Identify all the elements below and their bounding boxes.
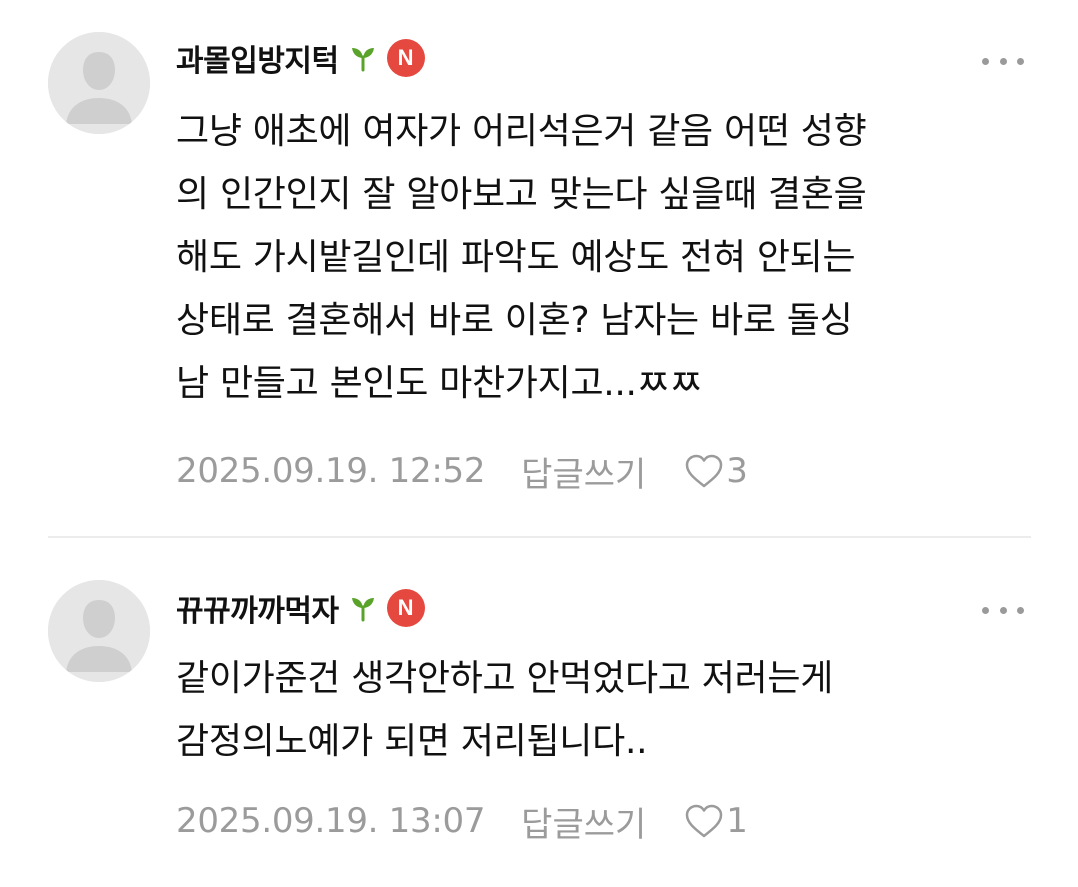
reply-button[interactable]: 답글쓰기 [521, 447, 646, 496]
comment-line: 그냥 애초에 여자가 어리석은거 같음 어떤 성향 [176, 111, 867, 152]
comment-line: 상태로 결혼해서 바로 이혼? 남자는 바로 돌싱 [176, 300, 853, 341]
comment-line: 의 인간인지 잘 알아보고 맞는다 싶을때 결혼을 [176, 174, 867, 215]
comment-text: 그냥 애초에 여자가 어리석은거 같음 어떤 성향 의 인간인지 잘 알아보고 … [176, 100, 1036, 415]
comment-divider [48, 536, 1031, 538]
sprout-icon [349, 44, 377, 72]
comment-meta: 2025.09.19. 13:07 답글쓰기 1 [176, 796, 748, 846]
like-count: 1 [726, 801, 748, 841]
author-row: 과몰입방지턱 N [176, 36, 425, 80]
comment-line: 남 만들고 본인도 마찬가지고...ㅉㅉ [176, 363, 703, 404]
heart-outline-icon [684, 453, 724, 489]
comment-item: 과몰입방지턱 N 그냥 애초에 여자가 어리석은거 같음 어떤 성향 의 인간인… [0, 0, 1078, 537]
more-options-icon[interactable] [982, 51, 1024, 71]
author-name[interactable]: 뀨뀨까까먹자 [176, 586, 339, 630]
like-count: 3 [726, 451, 748, 491]
default-avatar-icon [48, 580, 150, 682]
comment-line: 감정의노예가 되면 저리됩니다.. [176, 721, 648, 762]
comment-line: 해도 가시밭길인데 파악도 예상도 전혀 안되는 [176, 237, 856, 278]
more-options-icon[interactable] [982, 600, 1024, 620]
timestamp: 2025.09.19. 12:52 [176, 451, 486, 491]
default-avatar-icon [48, 32, 150, 134]
comment-line: 같이가준건 생각안하고 안먹었다고 저러는게 [176, 658, 834, 699]
comment-item: 뀨뀨까까먹자 N 같이가준건 생각안하고 안먹었다고 저러는게 감정의노예가 되… [0, 540, 1078, 887]
sprout-icon [349, 594, 377, 622]
avatar[interactable] [48, 32, 150, 134]
new-badge-icon: N [386, 589, 425, 627]
reply-button[interactable]: 답글쓰기 [521, 797, 646, 846]
comment-meta: 2025.09.19. 12:52 답글쓰기 3 [176, 446, 748, 496]
heart-outline-icon [684, 803, 724, 839]
like-button[interactable]: 3 [684, 451, 748, 491]
comment-text: 같이가준건 생각안하고 안먹었다고 저러는게 감정의노예가 되면 저리됩니다.. [176, 647, 1036, 773]
like-button[interactable]: 1 [684, 801, 748, 841]
timestamp: 2025.09.19. 13:07 [176, 801, 486, 841]
author-name[interactable]: 과몰입방지턱 [176, 36, 339, 80]
new-badge-icon: N [386, 39, 425, 77]
author-row: 뀨뀨까까먹자 N [176, 586, 425, 630]
avatar[interactable] [48, 580, 150, 682]
